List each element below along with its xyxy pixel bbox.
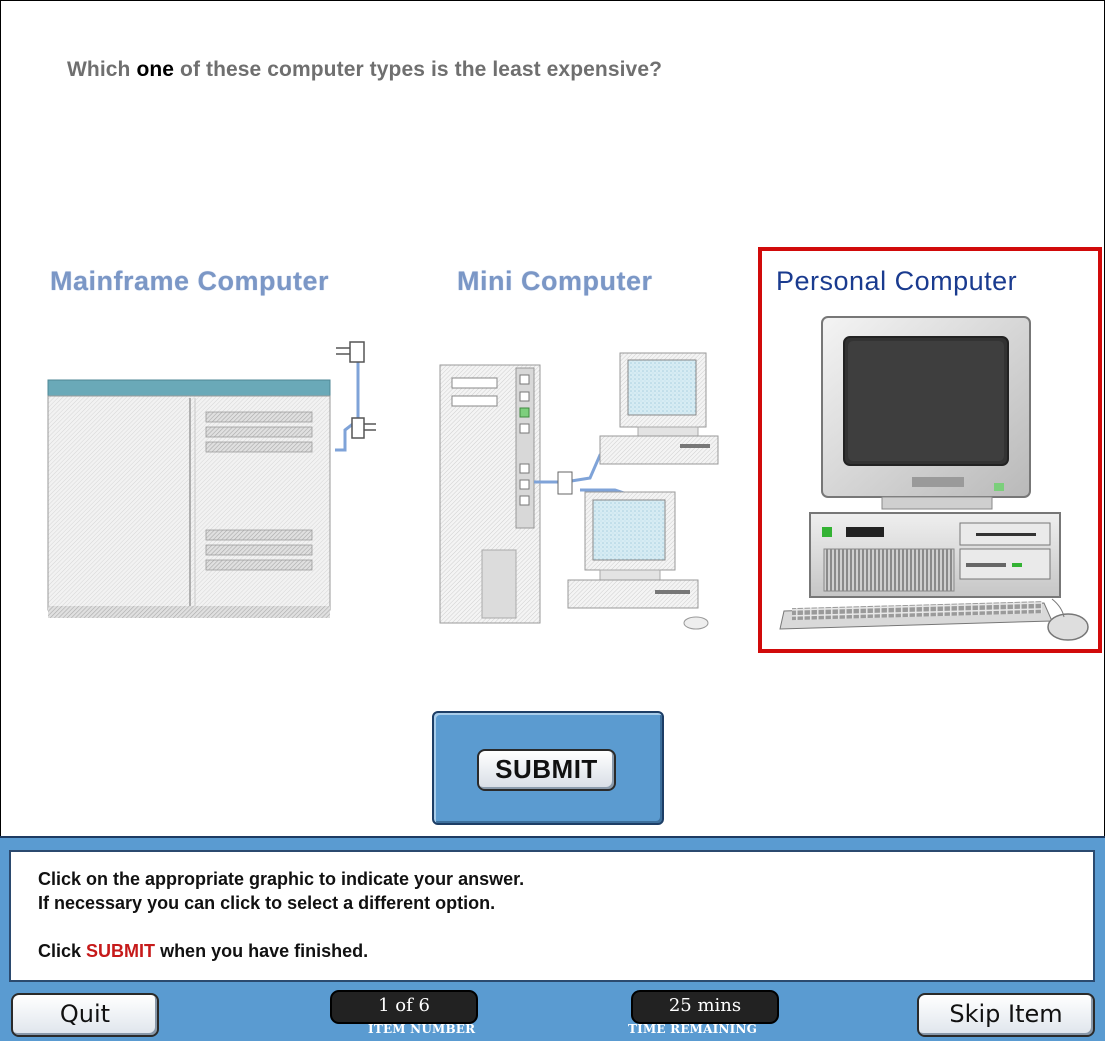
instructions-box: Click on the appropriate graphic to indi… — [9, 850, 1095, 982]
option-label-mini: Mini Computer — [457, 266, 653, 296]
option-label-mainframe: Mainframe Computer — [50, 266, 330, 296]
item-number-value: 1 of 6 — [330, 990, 478, 1024]
mini-computer-image — [439, 352, 719, 630]
question-emphasis: one — [136, 58, 175, 81]
instruction-line-3-post: when you have finished. — [160, 941, 369, 961]
instruction-spacer — [38, 915, 1093, 939]
option-personal-computer[interactable]: Personal Computer — [758, 247, 1102, 653]
footer-panel: Click on the appropriate graphic to indi… — [0, 836, 1105, 1041]
time-remaining-value: 25 mins — [631, 990, 779, 1024]
question-text: Which one of these computer types is the… — [67, 58, 662, 82]
instruction-line-3-pre: Click — [38, 941, 82, 961]
question-prefix: Which — [67, 58, 131, 81]
instruction-line-2: If necessary you can click to select a d… — [38, 893, 496, 913]
option-mainframe-computer[interactable]: Mainframe Computer — [40, 250, 400, 650]
instruction-submit-highlight: SUBMIT — [86, 941, 156, 961]
quit-button[interactable]: Quit — [11, 993, 159, 1037]
instruction-line-1: Click on the appropriate graphic to indi… — [38, 869, 525, 889]
skip-item-button[interactable]: Skip Item — [917, 993, 1095, 1037]
submit-button[interactable]: SUBMIT — [477, 749, 616, 791]
question-suffix: of these computer types is the least exp… — [180, 58, 663, 81]
item-number-label: ITEM NUMBER — [368, 1022, 476, 1036]
time-remaining-label: TIME REMAINING — [628, 1022, 758, 1036]
submit-panel: SUBMIT — [432, 711, 664, 825]
personal-computer-image — [779, 316, 1089, 641]
mainframe-computer-image — [47, 341, 376, 618]
option-mini-computer[interactable]: Mini Computer — [430, 250, 730, 650]
instruction-line-3: Click SUBMIT when you have finished. — [38, 939, 1093, 963]
